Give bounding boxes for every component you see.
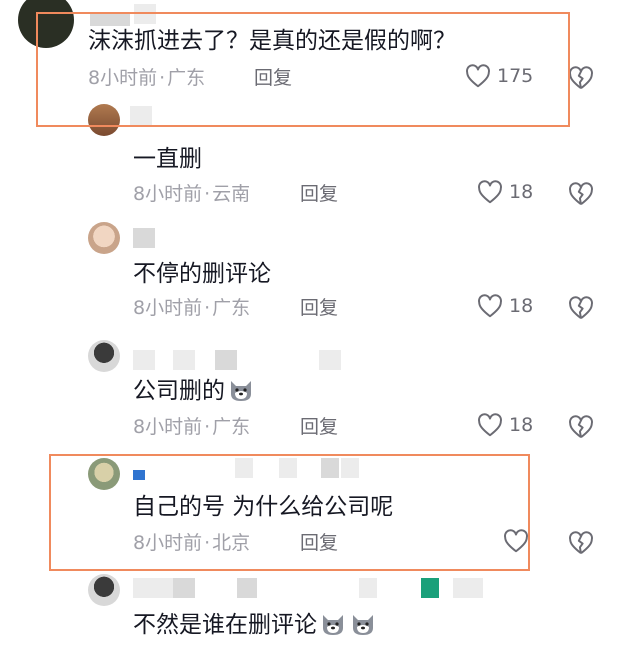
like-button[interactable]: 18 <box>477 294 533 318</box>
heart-outline-icon <box>478 294 502 318</box>
like-count: 18 <box>509 181 534 203</box>
comment-meta: 8小时前 · 广东 <box>133 415 250 439</box>
comment-time: 8小时前 <box>133 183 203 205</box>
highlight-box <box>36 12 570 127</box>
avatar[interactable] <box>88 574 120 606</box>
reply-button[interactable]: 回复 <box>300 296 338 320</box>
avatar[interactable] <box>88 340 120 372</box>
broken-heart-icon[interactable] <box>568 415 594 439</box>
heart-outline-icon <box>478 180 502 204</box>
comment-text-content: 不然是谁在删评论 <box>133 612 317 638</box>
broken-heart-icon[interactable] <box>568 182 594 206</box>
meta-separator: · <box>204 297 211 319</box>
comment-location: 广东 <box>212 297 251 319</box>
meta-separator: · <box>204 183 211 205</box>
avatar[interactable] <box>88 222 120 254</box>
heart-outline-icon <box>478 413 502 437</box>
dog-face-emoji <box>353 615 373 635</box>
dog-face-emoji <box>231 381 251 401</box>
comment-location: 云南 <box>212 183 251 205</box>
comment-meta: 8小时前 · 广东 <box>133 296 250 320</box>
comment-meta: 8小时前 · 云南 <box>133 182 250 206</box>
reply-button[interactable]: 回复 <box>300 182 338 206</box>
comment-text-content: 公司删的 <box>133 378 225 404</box>
like-count: 18 <box>509 414 534 436</box>
highlight-box <box>49 454 530 571</box>
like-button[interactable]: 18 <box>477 180 533 204</box>
comment-text: 不然是谁在删评论 <box>133 610 377 640</box>
like-count: 18 <box>509 295 534 317</box>
comment-text: 不停的删评论 <box>133 261 271 287</box>
comment-text: 一直删 <box>133 146 202 172</box>
dog-face-emoji <box>323 615 343 635</box>
reply-button[interactable]: 回复 <box>300 415 338 439</box>
comment-time: 8小时前 <box>133 297 203 319</box>
broken-heart-icon[interactable] <box>568 531 594 555</box>
meta-separator: · <box>204 416 211 438</box>
broken-heart-icon[interactable] <box>568 66 594 90</box>
comment-time: 8小时前 <box>133 416 203 438</box>
like-button[interactable]: 18 <box>477 413 533 437</box>
comment-text: 公司删的 <box>133 376 255 406</box>
comment-location: 广东 <box>212 416 251 438</box>
broken-heart-icon[interactable] <box>568 296 594 320</box>
